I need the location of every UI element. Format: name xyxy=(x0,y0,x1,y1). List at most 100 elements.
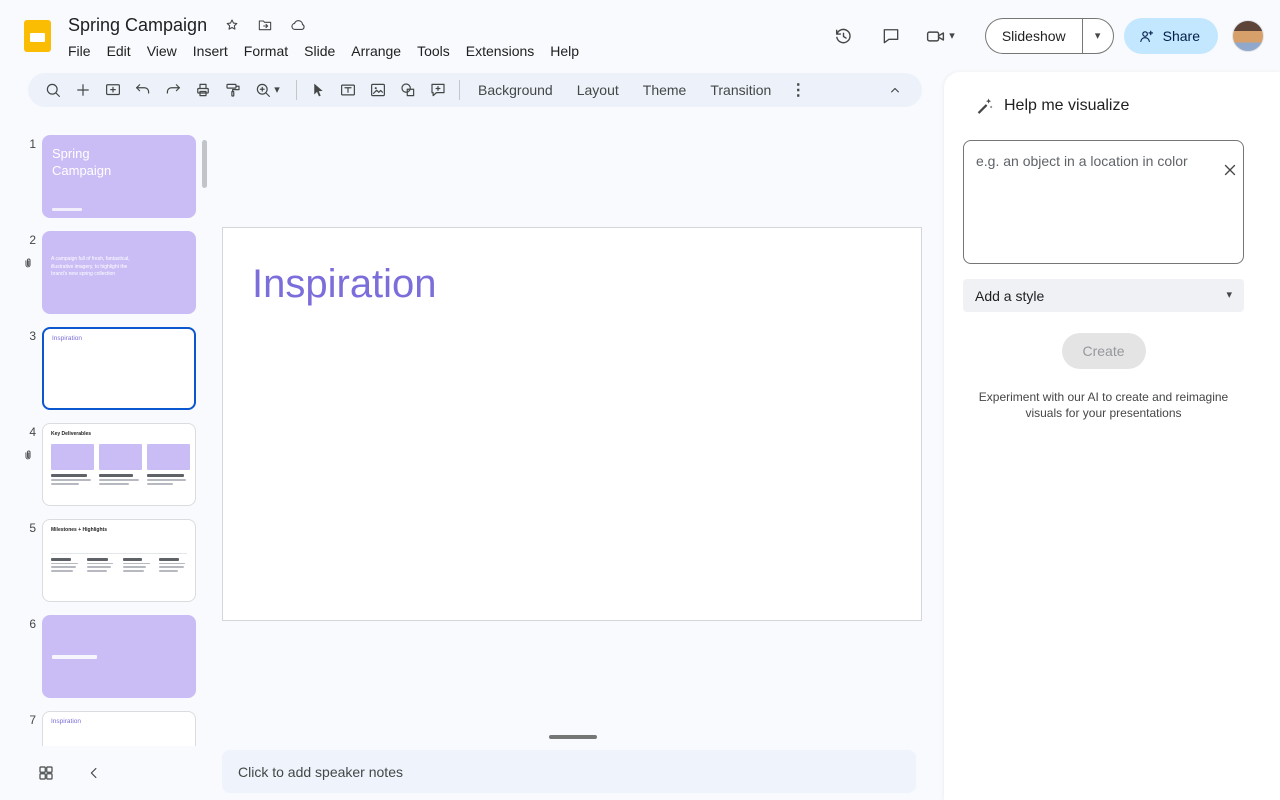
slide-thumbnail-1[interactable]: Spring Campaign xyxy=(42,135,196,218)
menu-help[interactable]: Help xyxy=(542,40,587,62)
create-button[interactable]: Create xyxy=(1062,333,1146,369)
slide-thumbnail-2[interactable]: A campaign full of fresh, fantastical, i… xyxy=(42,231,196,314)
comments-button[interactable] xyxy=(879,24,903,48)
thumb-title: Inspiration xyxy=(44,329,194,342)
more-vert-icon: ⋮ xyxy=(790,80,806,100)
slideshow-options-button[interactable]: ▾ xyxy=(1082,18,1114,54)
add-style-label: Add a style xyxy=(975,288,1044,304)
transition-button[interactable]: Transition xyxy=(698,75,783,105)
hide-menus-button[interactable] xyxy=(880,75,910,105)
insert-shape-button[interactable] xyxy=(393,75,423,105)
new-slide-button[interactable] xyxy=(68,75,98,105)
add-style-dropdown[interactable]: Add a style ▾ xyxy=(963,279,1244,312)
chevron-up-icon xyxy=(886,81,904,99)
panel-caption: Experiment with our AI to create and rei… xyxy=(963,389,1244,421)
magic-wand-icon xyxy=(974,96,994,116)
slide-thumbnail-5[interactable]: Milestones + Highlights xyxy=(42,519,196,602)
slide-thumbnail-7[interactable]: Inspiration xyxy=(42,711,196,746)
toolbar-overflow-button[interactable]: ⋮ xyxy=(783,75,813,105)
panel-caption-text: Experiment with our AI to create and rei… xyxy=(974,389,1234,421)
slides-app-icon[interactable] xyxy=(24,20,51,52)
toolbar-separator xyxy=(296,80,297,100)
slide-number: 5 xyxy=(22,521,36,535)
paperclip-icon xyxy=(21,256,35,272)
menu-arrange[interactable]: Arrange xyxy=(343,40,409,62)
slide-number: 6 xyxy=(22,617,36,631)
thumb-text-bar xyxy=(52,655,97,659)
meet-button[interactable]: ▾ xyxy=(925,26,955,47)
plus-icon xyxy=(74,81,92,99)
templates-button[interactable] xyxy=(98,75,128,105)
filmstrip-scrollbar[interactable] xyxy=(202,140,207,188)
slide-thumbnail-6[interactable] xyxy=(42,615,196,698)
slide-number: 3 xyxy=(22,329,36,343)
shape-icon xyxy=(399,81,417,99)
menu-slide[interactable]: Slide xyxy=(296,40,343,62)
undo-button[interactable] xyxy=(128,75,158,105)
image-icon xyxy=(369,81,387,99)
text-box-button[interactable] xyxy=(333,75,363,105)
grid-view-icon xyxy=(37,764,55,782)
zoom-button[interactable]: ▾ xyxy=(248,75,290,105)
theme-button[interactable]: Theme xyxy=(631,75,699,105)
thumb-content xyxy=(51,558,195,574)
grid-view-button[interactable] xyxy=(34,761,58,785)
background-button[interactable]: Background xyxy=(466,75,565,105)
thumb-title: Milestones + Highlights xyxy=(43,520,195,533)
document-title[interactable]: Spring Campaign xyxy=(68,15,207,36)
slide-canvas[interactable]: Inspiration xyxy=(222,227,922,621)
thumb-content xyxy=(51,444,195,487)
print-button[interactable] xyxy=(188,75,218,105)
menu-file[interactable]: File xyxy=(60,40,99,62)
share-person-icon xyxy=(1138,28,1155,45)
slideshow-split-button: Slideshow ▾ xyxy=(985,18,1114,54)
paperclip-icon xyxy=(21,448,35,464)
slide-thumbnail-4[interactable]: Key Deliverables xyxy=(42,423,196,506)
visualize-prompt-input[interactable] xyxy=(963,140,1244,264)
menu-edit[interactable]: Edit xyxy=(99,40,139,62)
menu-format[interactable]: Format xyxy=(236,40,296,62)
help-me-visualize-panel: Help me visualize Add a style ▾ Create E… xyxy=(944,72,1280,800)
menu-bar: File Edit View Insert Format Slide Arran… xyxy=(60,40,587,62)
paint-format-button[interactable] xyxy=(218,75,248,105)
slideshow-button[interactable]: Slideshow xyxy=(985,18,1082,54)
slide-number: 4 xyxy=(22,425,36,439)
print-icon xyxy=(194,81,212,99)
thumb-subtitle-bar xyxy=(52,208,82,211)
version-history-button[interactable] xyxy=(831,24,855,48)
insert-comment-button[interactable] xyxy=(423,75,453,105)
layout-button[interactable]: Layout xyxy=(565,75,631,105)
close-panel-button[interactable] xyxy=(1218,158,1242,182)
chevron-left-icon xyxy=(85,764,103,782)
share-button[interactable]: Share xyxy=(1124,18,1218,54)
speaker-notes-placeholder: Click to add speaker notes xyxy=(238,764,403,780)
slide-number: 2 xyxy=(22,233,36,247)
slide-title-text[interactable]: Inspiration xyxy=(252,260,437,308)
move-folder-icon[interactable] xyxy=(257,17,273,33)
caret-down-icon: ▾ xyxy=(274,85,280,96)
cursor-icon xyxy=(309,81,327,99)
slide-thumbnail-3-selected[interactable]: Inspiration xyxy=(42,327,196,410)
select-tool-button[interactable] xyxy=(303,75,333,105)
menu-insert[interactable]: Insert xyxy=(185,40,236,62)
menu-tools[interactable]: Tools xyxy=(409,40,458,62)
slide-number: 1 xyxy=(22,137,36,151)
thumb-title: Inspiration xyxy=(43,712,195,725)
search-menus-button[interactable] xyxy=(38,75,68,105)
caret-down-icon: ▾ xyxy=(949,31,955,42)
share-label: Share xyxy=(1163,28,1200,44)
insert-image-button[interactable] xyxy=(363,75,393,105)
canvas-horizontal-scrollbar[interactable] xyxy=(549,735,597,739)
videocam-icon xyxy=(925,26,946,47)
text-box-icon xyxy=(339,81,357,99)
caret-down-icon: ▾ xyxy=(1095,31,1101,42)
slide-number: 7 xyxy=(22,713,36,727)
menu-view[interactable]: View xyxy=(139,40,185,62)
collapse-filmstrip-button[interactable] xyxy=(82,761,106,785)
cloud-saved-icon[interactable] xyxy=(290,17,307,34)
speaker-notes[interactable]: Click to add speaker notes xyxy=(222,750,916,793)
account-avatar[interactable] xyxy=(1232,20,1264,52)
menu-extensions[interactable]: Extensions xyxy=(458,40,542,62)
star-icon[interactable] xyxy=(224,17,240,33)
redo-button[interactable] xyxy=(158,75,188,105)
